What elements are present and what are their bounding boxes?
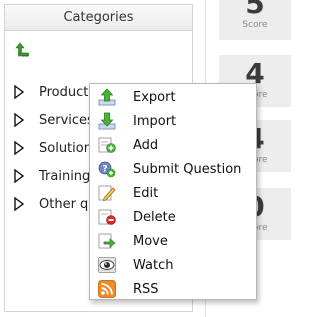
- menu-item-label: Import: [133, 113, 177, 129]
- category-label: Services: [39, 112, 94, 128]
- score-label: Score: [242, 20, 268, 30]
- expand-triangle-icon[interactable]: [13, 141, 25, 155]
- menu-item-submit-question[interactable]: ? Submit Question: [90, 157, 256, 181]
- menu-item-label: Add: [133, 137, 159, 153]
- rss-icon: [98, 280, 116, 298]
- categories-title: Categories: [5, 5, 192, 31]
- expand-triangle-icon[interactable]: [13, 113, 25, 127]
- menu-item-label: Submit Question: [133, 161, 242, 177]
- menu-item-label: Export: [133, 89, 176, 105]
- context-menu: Export Import Add ? Submit Question Edit…: [89, 83, 257, 300]
- watch-icon: [98, 257, 116, 273]
- menu-item-export[interactable]: Export: [90, 85, 256, 109]
- menu-item-watch[interactable]: Watch: [90, 253, 256, 277]
- menu-item-label: RSS: [133, 281, 159, 297]
- submit-question-icon: ?: [98, 161, 116, 178]
- expand-triangle-icon[interactable]: [13, 197, 25, 211]
- menu-item-import[interactable]: Import: [90, 109, 256, 133]
- add-icon: [98, 137, 116, 153]
- up-level-icon[interactable]: [15, 42, 31, 58]
- edit-icon: [98, 185, 116, 201]
- menu-item-label: Move: [133, 233, 168, 249]
- score-value: 5: [245, 0, 265, 20]
- category-label: Other q: [39, 196, 89, 212]
- category-label: Products: [39, 84, 96, 100]
- category-label: Training: [39, 168, 91, 184]
- menu-item-rss[interactable]: RSS: [90, 277, 256, 301]
- move-icon: [98, 233, 116, 249]
- menu-item-add[interactable]: Add: [90, 133, 256, 157]
- export-icon: [98, 88, 116, 106]
- menu-item-label: Edit: [133, 185, 159, 201]
- menu-item-edit[interactable]: Edit: [90, 181, 256, 205]
- expand-triangle-icon[interactable]: [13, 169, 25, 183]
- menu-item-label: Delete: [133, 209, 176, 225]
- menu-item-label: Watch: [133, 257, 174, 273]
- import-icon: [98, 112, 116, 130]
- expand-triangle-icon[interactable]: [13, 85, 25, 99]
- menu-item-move[interactable]: Move: [90, 229, 256, 253]
- page: 5 Score 4 Score 4 Score 0 Score Categori…: [0, 0, 297, 317]
- delete-icon: [98, 209, 116, 225]
- menu-item-delete[interactable]: Delete: [90, 205, 256, 229]
- score-card: 5 Score: [219, 0, 291, 40]
